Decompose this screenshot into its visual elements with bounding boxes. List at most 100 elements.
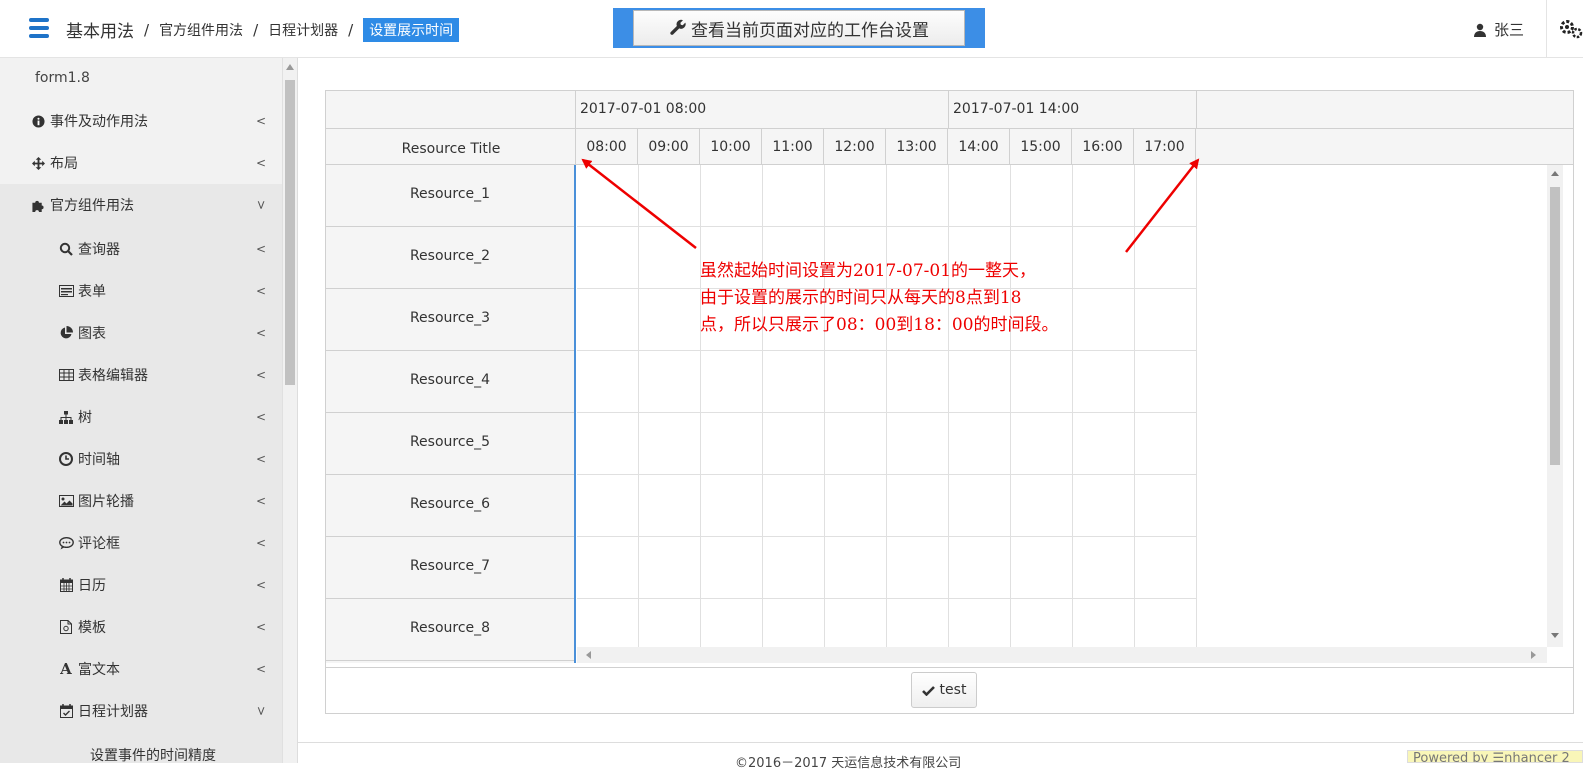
sidebar-scrollbar[interactable]	[282, 58, 297, 763]
scroll-left-arrow-icon[interactable]	[586, 651, 591, 659]
powered-by-badge[interactable]: Powered by ☰nhancer 2	[1407, 750, 1583, 763]
hour-header: 08:00	[576, 129, 638, 165]
hour-header: 17:00	[1134, 129, 1196, 165]
resource-row[interactable]: Resource_3	[326, 289, 574, 351]
sidebar-item-components[interactable]: 官方组件用法 <	[0, 184, 280, 226]
chevron-left-icon: <	[256, 242, 267, 256]
resource-row[interactable]: Resource_4	[326, 351, 574, 413]
sidebar-item-calendar[interactable]: 日历 <	[0, 564, 280, 606]
hour-header: 15:00	[1010, 129, 1072, 165]
annotation-line: 虽然起始时间设置为2017-07-01的一整天，	[700, 261, 1037, 281]
hour-header: 14:00	[948, 129, 1010, 165]
version-label: form1.8	[35, 70, 90, 86]
sidebar-item-layout[interactable]: 布局 <	[0, 142, 280, 184]
scroll-up-arrow-icon[interactable]	[1551, 171, 1559, 176]
top-header: 基本用法 / 官方组件用法 / 日程计划器 / 设置展示时间 查看当前页面对应的…	[0, 0, 1583, 58]
sidebar-item-label: 图表	[78, 326, 106, 342]
scheduler-footer: test	[326, 667, 1573, 713]
workspace-settings-button[interactable]: 查看当前页面对应的工作台设置	[633, 10, 965, 46]
scrollbar-thumb[interactable]	[285, 80, 295, 385]
sidebar-item-richtext[interactable]: A 富文本 <	[0, 648, 280, 690]
copyright: ©2016－2017 天运信息技术有限公司	[735, 756, 962, 771]
sidebar-item-label: 日历	[78, 578, 106, 594]
resource-row[interactable]: Resource_6	[326, 475, 574, 537]
chevron-down-icon: <	[254, 199, 269, 211]
sidebar-item-form[interactable]: 表单 <	[0, 270, 280, 312]
resource-row[interactable]: Resource_1	[326, 165, 574, 227]
sidebar-item-label: 表格编辑器	[78, 368, 148, 384]
sidebar-item-carousel[interactable]: 图片轮播 <	[0, 480, 280, 522]
font-icon: A	[60, 660, 72, 678]
workspace-button-label: 查看当前页面对应的工作台设置	[691, 20, 929, 41]
scheduler: Resource Title 2017-07-01 08:00 2017-07-…	[325, 90, 1574, 714]
sidebar-item-table-editor[interactable]: 表格编辑器 <	[0, 354, 280, 396]
annotation-note: 虽然起始时间设置为2017-07-01的一整天， 由于设置的展示的时间只从每天的…	[700, 258, 1110, 339]
sidebar-item-label: 设置事件的时间精度	[90, 748, 216, 763]
sidebar-item-label: 树	[78, 410, 92, 426]
test-button[interactable]: test	[911, 672, 977, 708]
chevron-down-icon: <	[254, 705, 269, 717]
crumb-scheduler[interactable]: 日程计划器	[268, 20, 338, 40]
schedule-grid[interactable]	[577, 165, 1546, 647]
info-circle-icon	[30, 114, 46, 128]
resource-row[interactable]: Resource_8	[326, 599, 574, 661]
resource-row[interactable]: Resource_5	[326, 413, 574, 475]
sidebar-item-label: 图片轮播	[78, 494, 134, 510]
scroll-up-arrow-icon[interactable]	[286, 64, 294, 70]
annotation-line: 点，所以只展示了08：00到18：00的时间段。	[700, 315, 1059, 335]
hour-header: 12:00	[824, 129, 886, 165]
crumb-current: 设置展示时间	[363, 17, 460, 42]
sidebar-item-scheduler[interactable]: 日程计划器 <	[0, 690, 280, 732]
sidebar-item-time-precision[interactable]: 设置事件的时间精度	[0, 734, 280, 763]
sidebar-item-chart[interactable]: 图表 <	[0, 312, 280, 354]
table-icon	[58, 369, 74, 381]
chevron-left-icon: <	[256, 494, 267, 508]
chevron-left-icon: <	[256, 114, 267, 128]
user-icon	[1474, 23, 1486, 37]
grid-vertical-scrollbar[interactable]	[1547, 165, 1563, 647]
crumb-components[interactable]: 官方组件用法	[159, 20, 243, 40]
comment-icon	[58, 536, 74, 550]
scrollbar-thumb[interactable]	[1550, 187, 1560, 465]
puzzle-icon	[30, 199, 46, 212]
settings-gears-icon[interactable]	[1559, 18, 1583, 40]
sidebar-item-label: 事件及动作用法	[50, 114, 148, 130]
sidebar-item-comment[interactable]: 评论框 <	[0, 522, 280, 564]
resource-row[interactable]: Resource_7	[326, 537, 574, 599]
form-icon	[58, 285, 74, 297]
sidebar-item-label: 布局	[50, 156, 78, 172]
sidebar-item-events[interactable]: 事件及动作用法 <	[0, 100, 280, 142]
sidebar-item-label: 查询器	[78, 242, 120, 258]
scroll-down-arrow-icon[interactable]	[1551, 633, 1559, 638]
chevron-left-icon: <	[256, 662, 267, 676]
sidebar-item-label: 表单	[78, 284, 106, 300]
sidebar-item-tree[interactable]: 树 <	[0, 396, 280, 438]
hour-header: 09:00	[638, 129, 700, 165]
wrench-icon	[670, 19, 686, 35]
scroll-right-arrow-icon[interactable]	[1531, 651, 1536, 659]
sidebar: form1.8 事件及动作用法 < 布局 < 官方组件用法 < 查询器 < 表单…	[0, 58, 282, 763]
sidebar-item-template[interactable]: 模板 <	[0, 606, 280, 648]
workspace-button-wrapper: 查看当前页面对应的工作台设置	[613, 8, 985, 48]
chevron-left-icon: <	[256, 410, 267, 424]
app-title[interactable]: 基本用法	[66, 17, 134, 42]
user-menu[interactable]: 张三	[1474, 19, 1524, 40]
hour-header: 10:00	[700, 129, 762, 165]
user-name: 张三	[1494, 21, 1525, 39]
search-icon	[58, 242, 74, 256]
hour-header: 11:00	[762, 129, 824, 165]
breadcrumb: 基本用法 / 官方组件用法 / 日程计划器 / 设置展示时间	[66, 17, 460, 42]
sidebar-item-query[interactable]: 查询器 <	[0, 228, 280, 270]
check-icon	[921, 685, 935, 696]
resource-row[interactable]: Resource_2	[326, 227, 574, 289]
annotation-line: 由于设置的展示的时间只从每天的8点到18	[700, 288, 1022, 308]
grid-horizontal-scrollbar[interactable]	[577, 647, 1547, 663]
sidebar-item-label: 官方组件用法	[50, 198, 134, 214]
chevron-left-icon: <	[256, 326, 267, 340]
chevron-left-icon: <	[256, 578, 267, 592]
date-header: 2017-07-01 08:00	[576, 91, 949, 129]
move-arrows-icon	[30, 156, 46, 170]
menu-toggle-icon[interactable]	[29, 18, 49, 38]
test-button-label: test	[939, 682, 967, 698]
sidebar-item-timeline[interactable]: 时间轴 <	[0, 438, 280, 480]
